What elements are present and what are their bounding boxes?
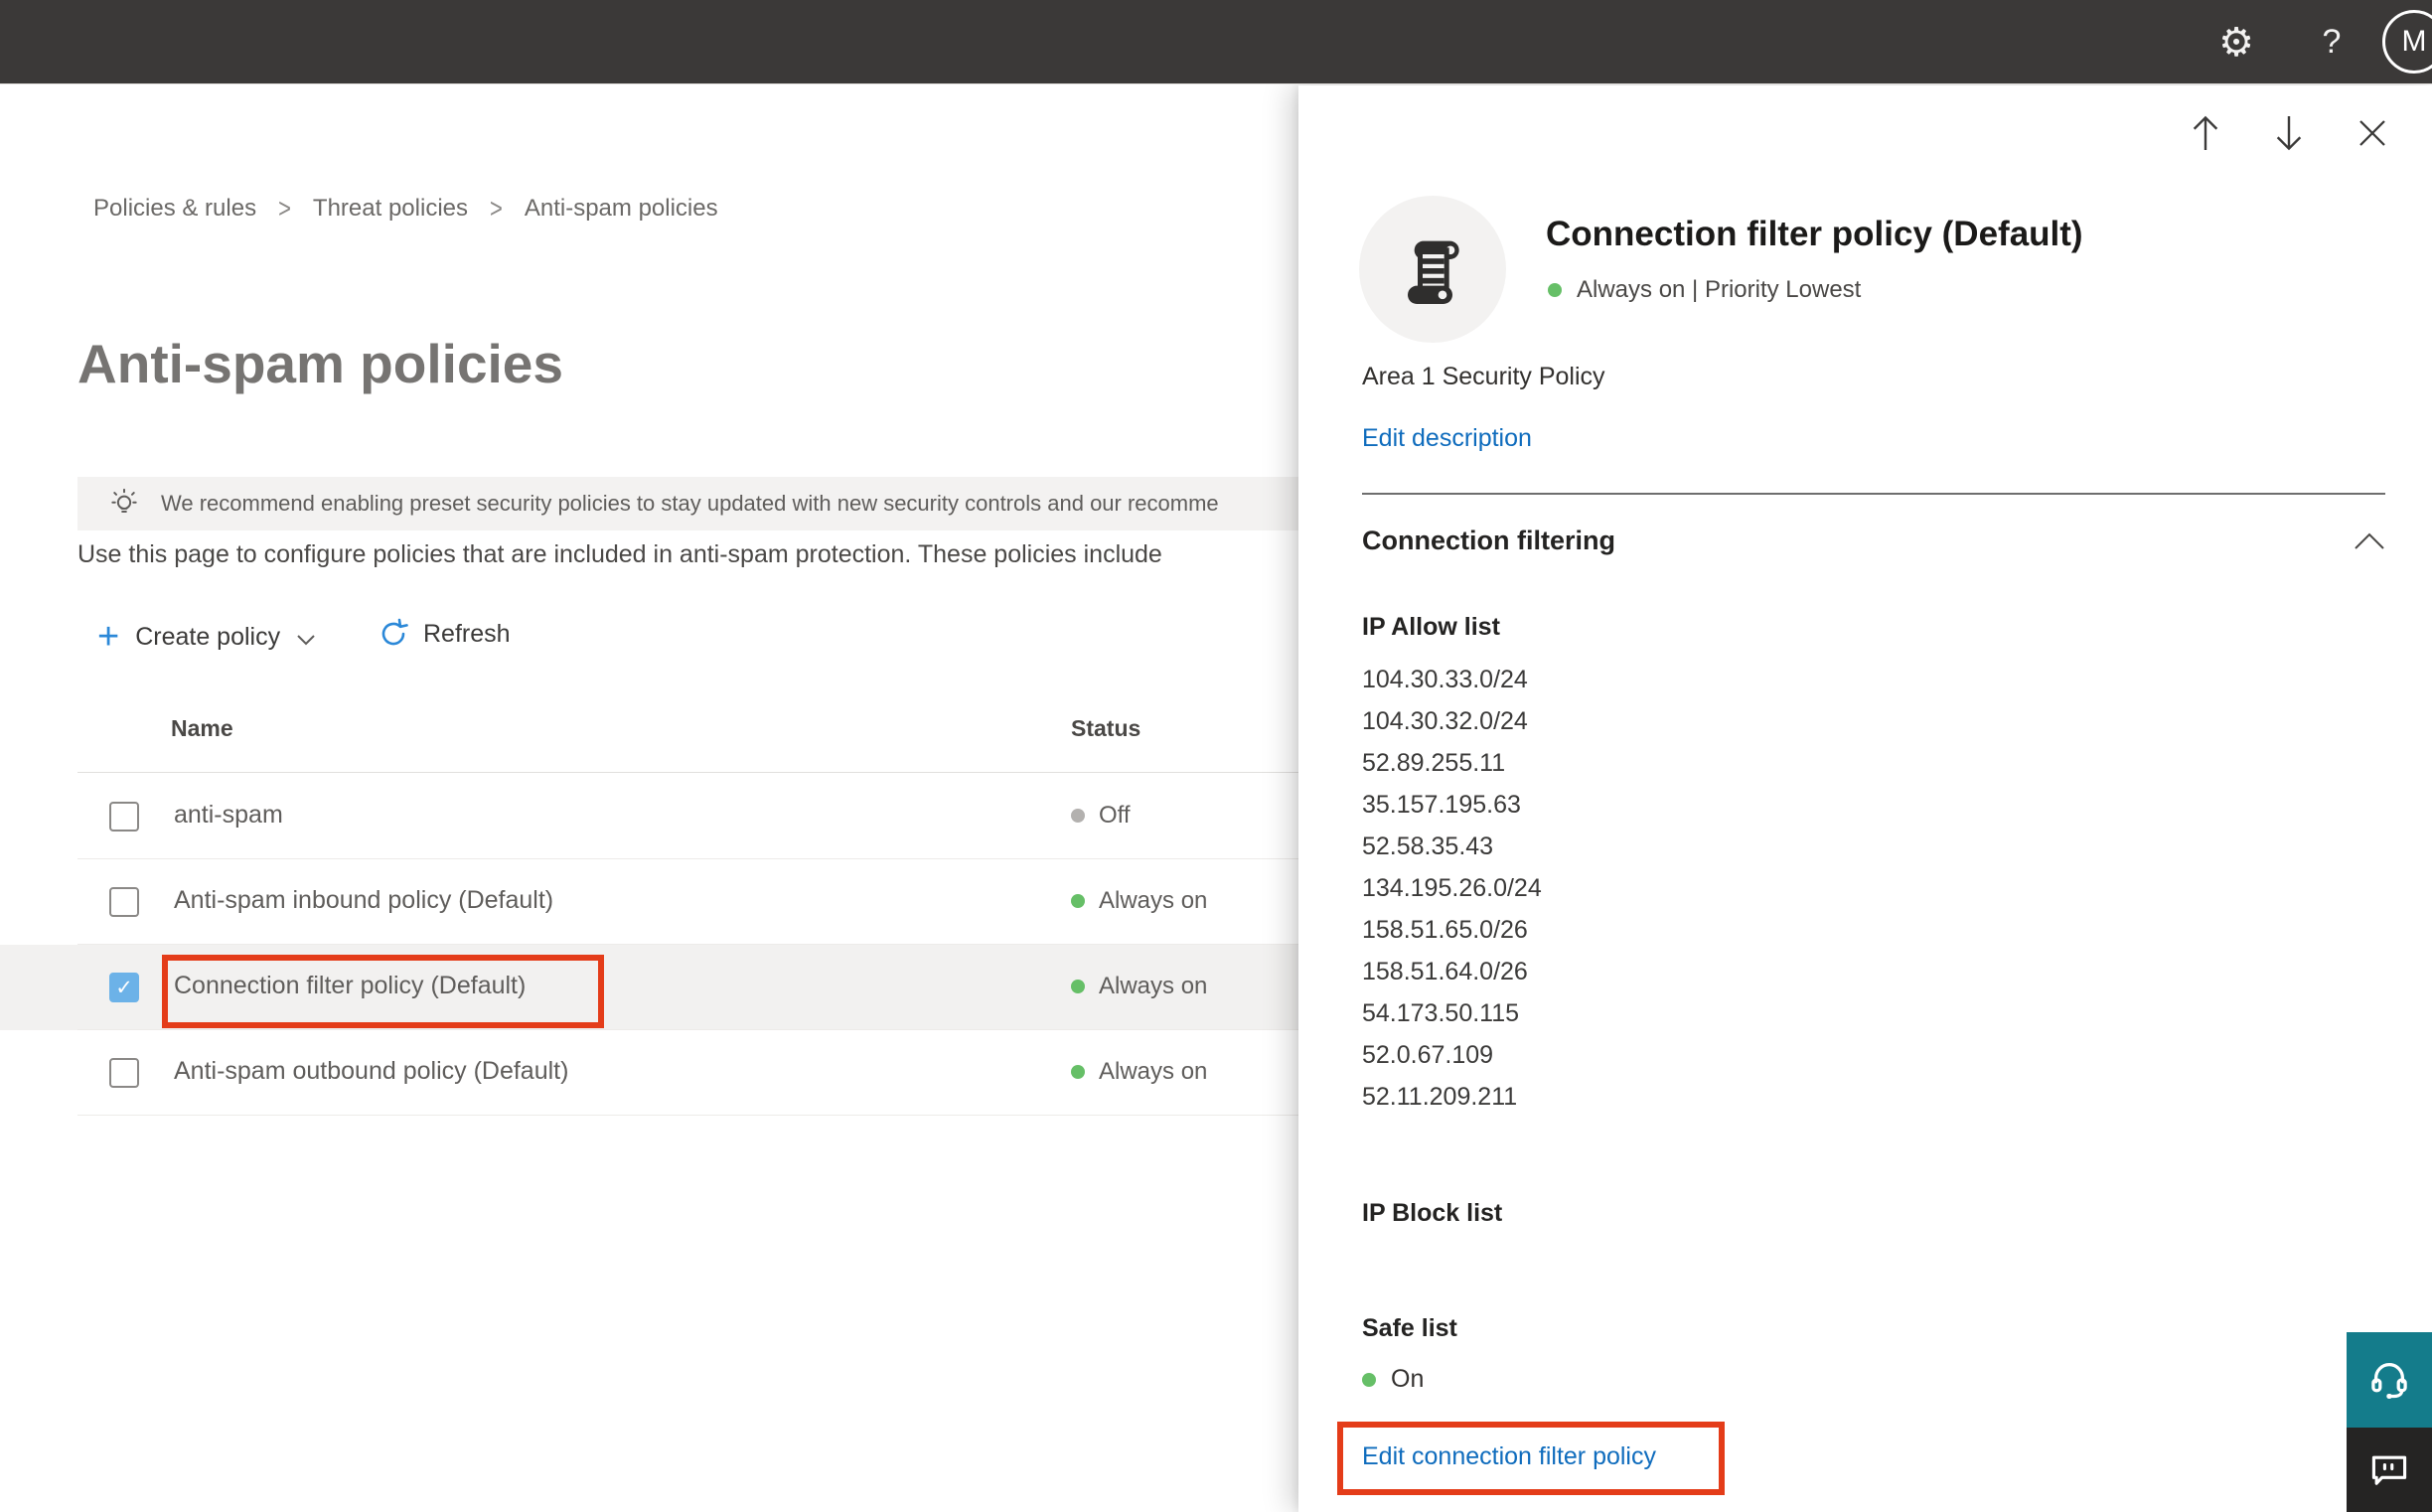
toolbar: + Create policy Refresh (0, 618, 1292, 662)
gear-icon[interactable]: ⚙ (2202, 0, 2271, 84)
ip-address-item: 52.11.209.211 (1362, 1083, 1518, 1111)
column-header-status[interactable]: Status (1071, 715, 1140, 742)
status-cell: Off (1071, 802, 1131, 830)
edit-connection-filter-policy-link[interactable]: Edit connection filter policy (1362, 1442, 1656, 1471)
ip-allow-list: 104.30.33.0/24 104.30.32.0/24 52.89.255.11… (1362, 659, 1542, 1118)
breadcrumb: Policies & rules > Threat policies > Ant… (93, 192, 718, 224)
chevron-up-icon[interactable] (2354, 532, 2385, 550)
ip-allow-list-title: IP Allow list (1362, 613, 1500, 641)
policy-scroll-icon (1408, 240, 1459, 304)
status-dot-on (1071, 1065, 1085, 1079)
refresh-button[interactable]: Refresh (378, 618, 511, 650)
chevron-right-icon: > (278, 192, 291, 224)
row-checkbox-checked[interactable]: ✓ (109, 973, 139, 1002)
create-policy-button[interactable]: + Create policy (97, 618, 316, 656)
policy-description: Area 1 Security Policy (1362, 363, 1605, 390)
chevron-down-icon (297, 635, 315, 646)
status-dot-on (1071, 894, 1085, 908)
arrow-down-icon (2276, 116, 2302, 151)
annotation-highlight-policy-name (162, 955, 604, 1028)
policy-name[interactable]: Anti-spam outbound policy (Default) (174, 1057, 568, 1086)
avatar[interactable]: M (2382, 10, 2432, 74)
breadcrumb-policies-rules[interactable]: Policies & rules (93, 195, 256, 223)
flyout-status: Always on | Priority Lowest (1548, 276, 1861, 304)
arrow-up-icon (2193, 115, 2218, 150)
safe-list-status-text: On (1391, 1365, 1425, 1393)
ip-address-item: 54.173.50.115 (1362, 999, 1520, 1027)
breadcrumb-anti-spam-policies: Anti-spam policies (524, 195, 718, 222)
policy-name[interactable]: anti-spam (174, 801, 283, 830)
next-item-button[interactable] (2269, 113, 2309, 153)
flyout-title: Connection filter policy (Default) (1546, 215, 2083, 253)
help-icon[interactable]: ? (2297, 0, 2366, 84)
status-text: Off (1099, 802, 1131, 829)
status-dot-on (1071, 980, 1085, 993)
ip-address-item: 104.30.33.0/24 (1362, 666, 1528, 693)
status-dot-on (1548, 283, 1562, 297)
page-title: Anti-spam policies (77, 333, 563, 394)
previous-item-button[interactable] (2186, 113, 2225, 153)
banner-text: We recommend enabling preset security po… (161, 491, 1219, 516)
flyout-controls (2186, 113, 2392, 153)
ip-address-item: 134.195.26.0/24 (1362, 874, 1542, 902)
ip-block-list-title: IP Block list (1362, 1199, 1503, 1227)
app-window: ⚙ ? M Policies & rules > Threat policies… (0, 0, 2432, 1512)
ip-address-item: 158.51.64.0/26 (1362, 958, 1528, 985)
status-cell: Always on (1071, 973, 1207, 1000)
policy-details-flyout: Connection filter policy (Default) Alway… (1298, 85, 2432, 1512)
refresh-label: Refresh (423, 619, 511, 648)
headset-icon (2371, 1363, 2407, 1399)
ip-address-item: 158.51.65.0/26 (1362, 916, 1528, 944)
status-cell: Always on (1071, 1058, 1207, 1086)
support-button[interactable] (2347, 1332, 2432, 1428)
breadcrumb-threat-policies[interactable]: Threat policies (313, 195, 468, 223)
ip-address-item: 52.89.255.11 (1362, 749, 1506, 777)
column-header-name[interactable]: Name (171, 715, 233, 742)
status-text: Always on (1099, 973, 1208, 999)
ip-address-item: 52.0.67.109 (1362, 1041, 1494, 1069)
section-title-connection-filtering: Connection filtering (1362, 526, 1615, 555)
section-divider (1362, 493, 2385, 495)
feedback-icon (2371, 1455, 2407, 1485)
policy-name[interactable]: Anti-spam inbound policy (Default) (174, 886, 553, 915)
page-description: Use this page to configure policies that… (77, 540, 1162, 568)
policy-icon-circle (1359, 196, 1506, 343)
edit-description-link[interactable]: Edit description (1362, 424, 1532, 453)
feedback-button[interactable] (2347, 1428, 2432, 1512)
status-text: Always on (1099, 887, 1208, 914)
status-cell: Always on (1071, 887, 1207, 915)
row-checkbox[interactable] (109, 1058, 139, 1088)
safe-list-title: Safe list (1362, 1314, 1457, 1342)
flyout-status-text: Always on | Priority Lowest (1577, 276, 1862, 303)
chevron-right-icon: > (490, 192, 503, 224)
safe-list-status: On (1362, 1365, 1424, 1394)
top-navigation-bar: ⚙ ? M (0, 0, 2432, 84)
status-dot-on (1362, 1372, 1376, 1387)
lightbulb-icon (111, 488, 137, 513)
ip-address-item: 52.58.35.43 (1362, 832, 1494, 860)
plus-icon: + (97, 616, 120, 658)
ip-address-item: 35.157.195.63 (1362, 791, 1521, 819)
refresh-icon (381, 618, 408, 646)
close-flyout-button[interactable] (2353, 113, 2392, 153)
create-policy-label: Create policy (135, 622, 281, 651)
status-text: Always on (1099, 1058, 1208, 1085)
row-checkbox[interactable] (109, 887, 139, 917)
ip-address-item: 104.30.32.0/24 (1362, 707, 1528, 735)
row-checkbox[interactable] (109, 802, 139, 832)
close-icon (2359, 120, 2385, 146)
status-dot-off (1071, 809, 1085, 823)
